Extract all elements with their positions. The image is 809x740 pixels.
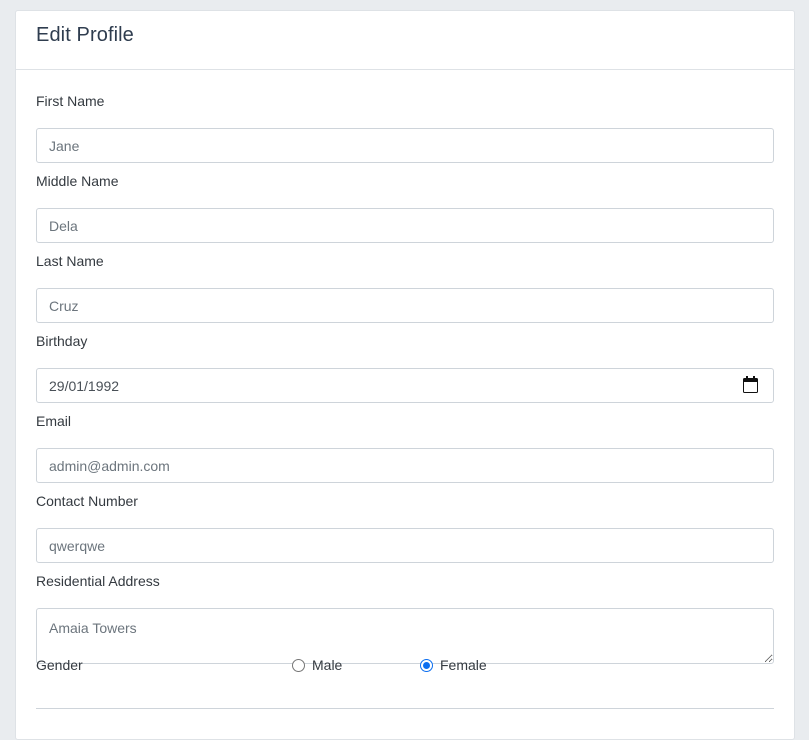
gender-female-radio[interactable]: Female	[420, 656, 487, 674]
gender-male-radio[interactable]: Male	[292, 656, 342, 674]
calendar-icon[interactable]	[743, 376, 758, 393]
contact-number-label: Contact Number	[36, 493, 138, 509]
last-name-group: Last Name	[36, 230, 774, 323]
birthday-label: Birthday	[36, 333, 88, 349]
middle-name-label: Middle Name	[36, 173, 119, 189]
address-label: Residential Address	[36, 573, 160, 589]
first-name-group: First Name	[36, 70, 774, 163]
gender-label: Gender	[36, 657, 83, 673]
birthday-group: Birthday	[36, 310, 774, 403]
male-radio-label: Male	[312, 657, 343, 673]
male-radio-button[interactable]	[292, 658, 305, 672]
gender-group: Gender Male Female	[36, 638, 774, 686]
first-name-label: First Name	[36, 93, 105, 109]
contact-number-group: Contact Number	[36, 470, 774, 563]
female-radio-button[interactable]	[420, 658, 433, 672]
profile-form: First Name Middle Name Last Name Birthda…	[16, 70, 794, 686]
card-header: Edit Profile	[16, 11, 794, 70]
form-divider	[36, 708, 774, 709]
page-title: Edit Profile	[36, 24, 134, 46]
female-radio-label: Female	[440, 657, 487, 673]
middle-name-group: Middle Name	[36, 150, 774, 243]
edit-profile-card: Edit Profile First Name Middle Name Last…	[15, 10, 795, 740]
birthday-input[interactable]	[36, 368, 774, 403]
email-label: Email	[36, 413, 72, 429]
birthday-field	[36, 368, 774, 403]
last-name-label: Last Name	[36, 253, 104, 269]
address-group: Residential Address	[36, 550, 774, 664]
